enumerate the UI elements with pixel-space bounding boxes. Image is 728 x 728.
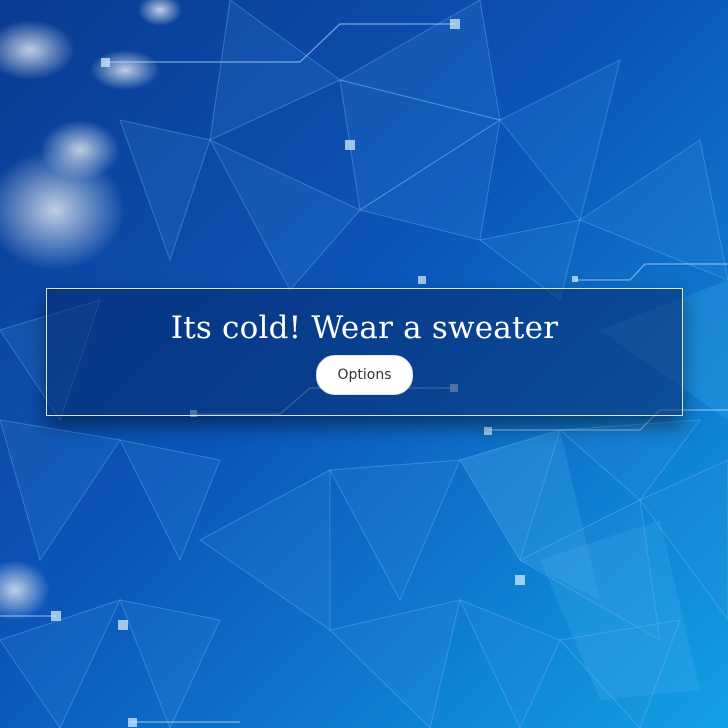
weather-banner: Its cold! Wear a sweater Options	[46, 288, 683, 416]
options-button[interactable]: Options	[316, 355, 413, 395]
banner-headline: Its cold! Wear a sweater	[170, 310, 559, 346]
